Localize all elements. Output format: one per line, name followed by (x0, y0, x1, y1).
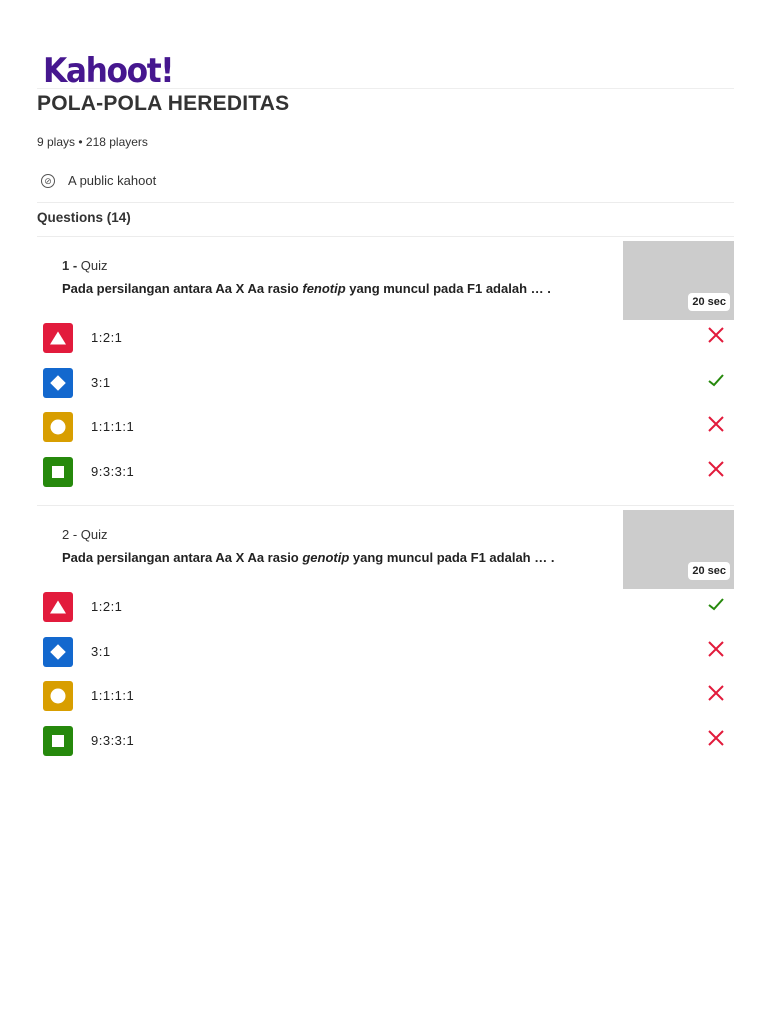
square-icon (52, 734, 64, 747)
question-number: 1 - (62, 258, 78, 273)
answer-shape (43, 456, 73, 487)
question-label: 1 - Quiz (62, 258, 108, 273)
question-text: Pada persilangan antara Aa X Aa rasio ge… (62, 550, 555, 565)
answer-list: 1:2:1 3:1 1:1:1:1 9:3:3:1 (37, 592, 734, 770)
time-limit-badge: 20 sec (688, 293, 730, 311)
question-type: Quiz (77, 527, 108, 542)
question-image: 20 sec (623, 241, 734, 320)
answer-text: 3:1 (91, 643, 111, 659)
question-card[interactable]: 1 - Quiz Pada persilangan antara Aa X Aa… (37, 237, 734, 506)
page-title: POLA-POLA HEREDITAS (37, 92, 290, 115)
cross-icon (708, 460, 724, 477)
answer-text: 9:3:3:1 (91, 732, 135, 748)
answer-shape (43, 725, 73, 756)
answer-row: 1:1:1:1 (37, 681, 734, 726)
answer-text: 1:1:1:1 (91, 419, 135, 434)
question-text: Pada persilangan antara Aa X Aa rasio fe… (62, 281, 551, 296)
diamond-icon (50, 643, 66, 660)
answer-text: 1:1:1:1 (91, 688, 135, 703)
page: Kahoot! POLA-POLA HEREDITAS 9 plays • 21… (37, 52, 734, 770)
answer-list: 1:2:1 3:1 1:1:1:1 9:3:3:1 (37, 323, 734, 501)
cross-icon (708, 729, 724, 746)
circle-icon (50, 419, 66, 435)
check-icon (708, 373, 724, 386)
answer-text: 9:3:3:1 (91, 463, 135, 479)
answer-text: 1:2:1 (91, 330, 123, 345)
question-card[interactable]: 2 - Quiz Pada persilangan antara Aa X Aa… (37, 506, 734, 770)
cross-icon (708, 416, 724, 432)
square-icon (52, 465, 64, 478)
answer-shape (43, 412, 73, 442)
check-icon (708, 598, 724, 611)
triangle-icon (50, 600, 66, 614)
globe-icon: ⊘ (41, 173, 55, 188)
question-image: 20 sec (623, 510, 734, 589)
answer-row: 1:2:1 (37, 592, 734, 637)
header-divider (37, 88, 734, 89)
question-label: 2 - Quiz (62, 527, 108, 542)
question-type: Quiz (77, 258, 108, 273)
answer-row: 9:3:3:1 (37, 725, 734, 771)
answer-shape (43, 367, 73, 398)
cross-icon (708, 327, 724, 343)
time-limit-badge: 20 sec (688, 562, 730, 580)
divider (37, 202, 734, 203)
answer-row: 1:1:1:1 (37, 412, 734, 457)
cross-icon (708, 640, 724, 657)
question-number: 2 - (62, 527, 78, 542)
diamond-icon (50, 374, 66, 391)
answer-shape (43, 323, 73, 353)
answer-shape (43, 636, 73, 667)
answer-row: 1:2:1 (37, 323, 734, 368)
answer-row: 3:1 (37, 367, 734, 413)
circle-icon (50, 688, 66, 704)
visibility-row: ⊘ A public kahoot (37, 173, 734, 188)
answer-text: 1:2:1 (91, 599, 123, 614)
questions-heading: Questions (14) (37, 210, 131, 225)
answer-text: 3:1 (91, 374, 111, 390)
visibility-label: A public kahoot (68, 173, 157, 188)
answer-row: 9:3:3:1 (37, 456, 734, 502)
answer-row: 3:1 (37, 636, 734, 682)
triangle-icon (50, 331, 66, 345)
cross-icon (708, 685, 724, 701)
kahoot-logo[interactable]: Kahoot! (43, 52, 679, 90)
play-stats: 9 plays • 218 players (37, 135, 148, 149)
answer-shape (43, 681, 73, 711)
answer-shape (43, 592, 73, 622)
